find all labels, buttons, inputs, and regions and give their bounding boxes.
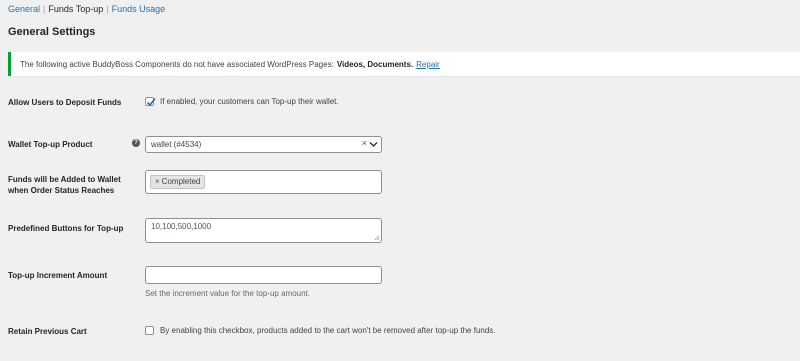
- increment-amount-description: Set the increment value for the top-up a…: [145, 289, 310, 298]
- tag-remove-icon[interactable]: ×: [155, 177, 160, 186]
- retain-cart-description: By enabling this checkbox, products adde…: [160, 326, 496, 335]
- retain-cart-label: Retain Previous Cart: [8, 327, 87, 336]
- retain-cart-checkbox[interactable]: [145, 326, 154, 335]
- topup-product-select[interactable]: wallet (#4534) ×: [145, 136, 382, 153]
- checkmark-icon: [146, 98, 156, 107]
- topup-product-value: wallet (#4534): [151, 140, 202, 149]
- increment-amount-label: Top-up Increment Amount: [8, 271, 108, 280]
- subnav-separator: |: [106, 4, 109, 14]
- subnav-general-link[interactable]: General: [8, 4, 40, 14]
- allow-deposit-checkbox[interactable]: [145, 97, 156, 107]
- order-status-label-line1: Funds will be Added to Wallet: [8, 175, 121, 184]
- predefined-buttons-textarea[interactable]: 10,100,500,1000: [145, 218, 382, 243]
- order-status-label: Funds will be Added to Wallet when Order…: [8, 174, 121, 196]
- allow-deposit-description: If enabled, your customers can Top-up th…: [160, 97, 339, 106]
- order-status-multiselect[interactable]: × Completed: [145, 170, 382, 194]
- predefined-buttons-value: 10,100,500,1000: [151, 222, 212, 231]
- question-circle-icon[interactable]: ?: [132, 139, 140, 147]
- order-status-tag: × Completed: [150, 175, 206, 189]
- subnav-funds-usage-link[interactable]: Funds Usage: [112, 4, 166, 14]
- chevron-down-icon[interactable]: [369, 141, 378, 148]
- notice-components: Videos, Documents.: [336, 59, 414, 69]
- resize-handle-icon[interactable]: [374, 235, 380, 241]
- order-status-label-line2: when Order Status Reaches: [8, 186, 115, 195]
- notice-repair-link[interactable]: Repair: [416, 60, 440, 69]
- notice-text: The following active BuddyBoss Component…: [20, 59, 334, 69]
- predefined-buttons-label: Predefined Buttons for Top-up: [8, 224, 124, 233]
- buddyboss-notice: The following active BuddyBoss Component…: [8, 52, 800, 76]
- subnav-separator: |: [43, 4, 46, 14]
- order-status-tag-label: Completed: [161, 177, 201, 186]
- topup-product-label: Wallet Top-up Product: [8, 140, 93, 149]
- subnav-funds-topup-current[interactable]: Funds Top-up: [48, 4, 103, 14]
- clear-selection-icon[interactable]: ×: [362, 138, 367, 148]
- section-title: General Settings: [8, 26, 96, 38]
- allow-deposit-label: Allow Users to Deposit Funds: [8, 98, 122, 107]
- increment-amount-input[interactable]: [145, 266, 382, 284]
- settings-subnav: General | Funds Top-up | Funds Usage: [8, 4, 165, 14]
